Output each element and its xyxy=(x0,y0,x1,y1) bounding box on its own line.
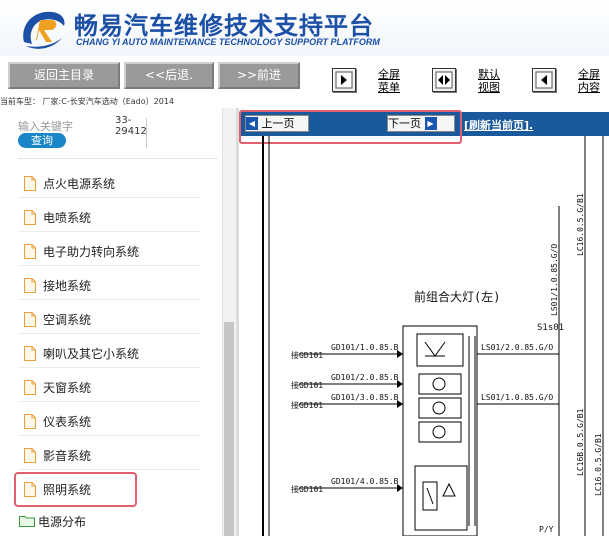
menu-item-sunroof[interactable]: 天窗系统 xyxy=(18,372,200,402)
wire-label-1: GD101/1.0.85.B xyxy=(331,343,399,352)
document-icon xyxy=(24,448,36,463)
home-button[interactable]: 返回主目录 xyxy=(8,62,120,89)
wire-conn-4: 接GD101 xyxy=(291,484,323,494)
document-icon xyxy=(24,414,36,429)
panel-divider xyxy=(18,158,218,159)
vertical-label-2: LC16.0.5.G/B1 xyxy=(576,193,585,256)
menu-item-label: 点火电源系统 xyxy=(43,177,116,191)
menu-item-horn[interactable]: 喇叭及其它小系统 xyxy=(18,338,200,368)
connector-label: S1s01 xyxy=(537,323,564,333)
app-title: 畅易汽车维修技术支持平台 xyxy=(74,12,374,40)
search-divider xyxy=(146,118,147,148)
menu-item-label: 天窗系统 xyxy=(43,381,92,395)
wiring-diagram: 前组合大灯(左) 接GD101 GD101/1.0.85.B 接GD101 GD… xyxy=(262,136,604,536)
fullscreen-menu-icon[interactable] xyxy=(332,68,356,92)
wire-label-4: GD101/4.0.85.B xyxy=(331,477,399,486)
wire-conn-2: 接GD101 xyxy=(291,380,323,390)
menu-item-efi[interactable]: 电喷系统 xyxy=(18,202,200,232)
default-view-label-1: 默认 xyxy=(478,68,500,81)
forward-button[interactable]: >>前进 xyxy=(218,62,300,89)
vertical-label-3: LC16B.0.5.G/B1 xyxy=(576,408,585,476)
changyi-logo-icon xyxy=(23,11,65,49)
current-vehicle-text: 当前车型： 厂家:C-长安汽车选动（Eado）2014 xyxy=(0,97,174,106)
menu-item-label: 空调系统 xyxy=(43,313,92,327)
fullscreen-menu-label-2: 菜单 xyxy=(378,81,400,94)
menu-item-label: 电喷系统 xyxy=(43,211,92,225)
bottom-partial-label: P/Y xyxy=(539,525,554,534)
wire-label-3: GD101/3.0.85.B xyxy=(331,393,399,402)
fullscreen-content-link[interactable]: 全屏 内容 xyxy=(578,68,600,94)
back-button[interactable]: <<后退. xyxy=(124,62,214,89)
document-icon xyxy=(24,380,36,395)
vertical-label-4: LC16.0.5.G/B1 xyxy=(594,433,603,496)
menu-item-audio[interactable]: 影音系统 xyxy=(18,440,200,470)
search-input[interactable] xyxy=(18,118,112,134)
refresh-page-link[interactable]: [刷新当前页]. xyxy=(464,117,533,133)
fullscreen-menu-label-1: 全屏 xyxy=(378,68,400,81)
menu-item-eps[interactable]: 电子助力转向系统 xyxy=(18,236,200,266)
left-panel-scroll-thumb[interactable] xyxy=(224,322,234,536)
wire-label-2: GD101/2.0.85.B xyxy=(331,373,399,382)
content-panel: ◀ 上一页 下一页 ▶ [刷新当前页]. 前组合大灯(左) 接GD101 GD1… xyxy=(239,108,609,536)
toolbar: 返回主目录 <<后退. >>前进 全屏 菜单 默认 视图 全屏 内容 xyxy=(0,56,609,96)
left-navigation-panel: 查询 33-29412 点火电源系统 电喷系统 电子助力转向系统 接地系统 空调… xyxy=(0,108,236,536)
vertical-label-1: LS01/1.0.85.G/O xyxy=(550,244,559,316)
menu-item-label: 接地系统 xyxy=(43,279,92,293)
menu-item-ignition-power[interactable]: 点火电源系统 xyxy=(18,168,200,198)
app-subtitle: CHANG YI AUTO MAINTENANCE TECHNOLOGY SUP… xyxy=(76,37,380,47)
selected-item-highlight xyxy=(14,472,137,507)
menu-item-label: 电子助力转向系统 xyxy=(43,245,140,259)
default-view-link[interactable]: 默认 视图 xyxy=(478,68,500,94)
menu-item-ground[interactable]: 接地系统 xyxy=(18,270,200,300)
document-icon xyxy=(24,278,36,293)
search-code-text: 33-29412 xyxy=(115,115,147,137)
default-view-label-2: 视图 xyxy=(478,81,500,94)
document-icon xyxy=(24,244,36,259)
fullscreen-content-label-2: 内容 xyxy=(578,81,600,94)
folder-item-label: 电源分布 xyxy=(38,515,87,529)
folder-icon xyxy=(19,516,35,527)
document-icon xyxy=(24,312,36,327)
document-icon xyxy=(24,346,36,361)
document-icon xyxy=(24,176,36,191)
fullscreen-menu-link[interactable]: 全屏 菜单 xyxy=(378,68,400,94)
search-button[interactable]: 查询 xyxy=(18,133,66,148)
wire-conn-3: 接GD101 xyxy=(291,400,323,410)
wire-conn-1: 接GD101 xyxy=(291,350,323,360)
default-view-icon[interactable] xyxy=(432,68,456,92)
fullscreen-content-label-1: 全屏 xyxy=(578,68,600,81)
app-header: 畅易汽车维修技术支持平台 CHANG YI AUTO MAINTENANCE T… xyxy=(0,0,609,56)
component-title: 前组合大灯(左) xyxy=(414,289,500,304)
menu-item-label: 影音系统 xyxy=(43,449,92,463)
menu-item-ac[interactable]: 空调系统 xyxy=(18,304,200,334)
right-wire-label-1: LS01/2.0.85.G/O xyxy=(481,343,553,352)
fullscreen-content-icon[interactable] xyxy=(532,68,556,92)
folder-item-power-distribution[interactable]: 电源分布 xyxy=(18,512,200,532)
menu-item-instrument[interactable]: 仪表系统 xyxy=(18,406,200,436)
menu-item-label: 仪表系统 xyxy=(43,415,92,429)
menu-item-label: 喇叭及其它小系统 xyxy=(43,347,140,361)
right-wire-label-2: LS01/1.0.85.G/O xyxy=(481,393,553,402)
document-icon xyxy=(24,210,36,225)
